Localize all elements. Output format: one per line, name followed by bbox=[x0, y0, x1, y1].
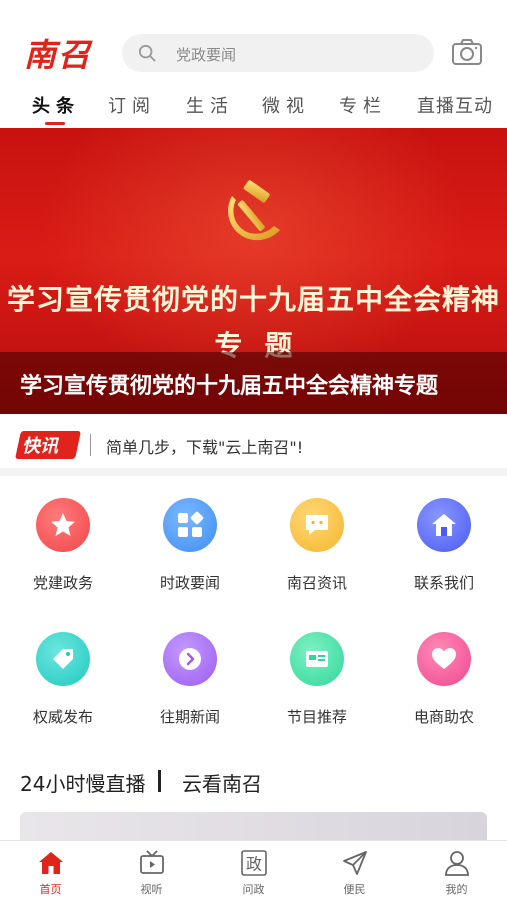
app-header: 南召 党政要闻 bbox=[0, 0, 507, 82]
nav-label: 便民 bbox=[343, 883, 366, 896]
card-icon bbox=[306, 651, 328, 667]
flash-badge: 快讯 bbox=[22, 436, 58, 457]
grid-icon-circle bbox=[36, 632, 90, 686]
nav-label: 我的 bbox=[445, 883, 468, 896]
grid-label: 时政要闻 bbox=[159, 574, 220, 592]
party-emblem-icon bbox=[228, 180, 280, 241]
zheng-icon: 政 bbox=[241, 850, 267, 876]
grid-item-nanzhao-news[interactable]: 南召资讯 bbox=[262, 498, 372, 608]
grid-item-past-news[interactable]: 往期新闻 bbox=[135, 632, 245, 742]
grid-icon-circle bbox=[417, 632, 471, 686]
grid-icon-circle bbox=[36, 498, 90, 552]
search-bar[interactable]: 党政要闻 bbox=[122, 34, 434, 72]
tag-icon bbox=[53, 649, 73, 669]
arrow-right-icon bbox=[179, 648, 201, 670]
tab-active-indicator bbox=[45, 122, 65, 125]
search-icon bbox=[138, 44, 156, 62]
banner-title: 学习宣传贯彻党的十九届五中全会精神 bbox=[6, 283, 500, 316]
nav-label: 首页 bbox=[39, 883, 62, 896]
heart-icon bbox=[432, 648, 456, 669]
grid-icon-circle bbox=[417, 498, 471, 552]
grid-item-ecommerce-agri[interactable]: 电商助农 bbox=[389, 632, 499, 742]
grid-label: 党建政务 bbox=[32, 574, 93, 592]
tab-live-interaction[interactable]: 直播互动 bbox=[417, 92, 493, 118]
channel-tabs: 头条 订阅 生活 微视 专栏 直播互动 bbox=[0, 82, 507, 128]
flash-divider bbox=[90, 434, 91, 456]
grid-label: 南召资讯 bbox=[286, 574, 347, 592]
nav-item-politics-qa[interactable]: 政 问政 bbox=[203, 841, 304, 900]
flash-text: 简单几步，下载"云上南召"! bbox=[106, 438, 304, 457]
nav-label: 问政 bbox=[242, 883, 265, 896]
grid-label: 节目推荐 bbox=[286, 708, 347, 726]
nav-item-convenience[interactable]: 便民 bbox=[304, 841, 405, 900]
live-section-divider bbox=[158, 770, 161, 792]
banner-caption: 学习宣传贯彻党的十九届五中全会精神专题 bbox=[20, 373, 439, 399]
send-icon bbox=[343, 851, 367, 875]
app-logo: 南召 bbox=[24, 36, 93, 74]
news-flash[interactable]: 快讯 简单几步，下载"云上南召"! bbox=[0, 414, 507, 476]
grid-item-official-release[interactable]: 权威发布 bbox=[8, 632, 118, 742]
user-icon bbox=[445, 851, 469, 876]
tab-subscribe[interactable]: 订阅 bbox=[108, 92, 156, 118]
grid-icon-circle bbox=[290, 632, 344, 686]
grid-icon-circle bbox=[163, 632, 217, 686]
star-icon bbox=[51, 513, 75, 536]
grid-label: 权威发布 bbox=[32, 708, 93, 726]
grid-item-party-affairs[interactable]: 党建政务 bbox=[8, 498, 118, 608]
nav-item-mine[interactable]: 我的 bbox=[406, 841, 507, 900]
camera-icon[interactable] bbox=[451, 38, 483, 66]
tab-microvideo[interactable]: 微视 bbox=[262, 92, 310, 118]
live-section-title: 24小时慢直播 bbox=[20, 772, 146, 796]
home-icon bbox=[432, 514, 456, 536]
grid-item-current-affairs[interactable]: 时政要闻 bbox=[135, 498, 245, 608]
tab-headline[interactable]: 头条 bbox=[32, 92, 80, 118]
tv-icon bbox=[140, 850, 164, 874]
apps-icon bbox=[178, 511, 204, 537]
top-banner[interactable]: 学习宣传贯彻党的十九届五中全会精神 专题 学习宣传贯彻党的十九届五中全会精神专题 bbox=[0, 128, 507, 414]
grid-icon-circle bbox=[163, 498, 217, 552]
nav-label: 视听 bbox=[140, 883, 163, 896]
nav-item-av[interactable]: 视听 bbox=[101, 841, 202, 900]
zheng-glyph: 政 bbox=[246, 855, 262, 874]
grid-icon-circle bbox=[290, 498, 344, 552]
grid-label: 联系我们 bbox=[413, 574, 474, 592]
tab-life[interactable]: 生活 bbox=[186, 92, 234, 118]
nav-item-home[interactable]: 首页 bbox=[0, 841, 101, 900]
home-icon bbox=[39, 852, 63, 874]
grid-label: 电商助农 bbox=[413, 708, 474, 726]
bottom-navigation: 首页 视听 政 问政 便民 我的 bbox=[0, 840, 507, 900]
grid-item-program-recommend[interactable]: 节目推荐 bbox=[262, 632, 372, 742]
search-placeholder: 党政要闻 bbox=[176, 46, 237, 64]
tab-column[interactable]: 专栏 bbox=[339, 92, 387, 118]
live-section-subtitle[interactable]: 云看南召 bbox=[182, 768, 262, 797]
grid-label: 往期新闻 bbox=[159, 708, 220, 726]
grid-item-contact-us[interactable]: 联系我们 bbox=[389, 498, 499, 608]
chat-icon bbox=[306, 515, 328, 535]
